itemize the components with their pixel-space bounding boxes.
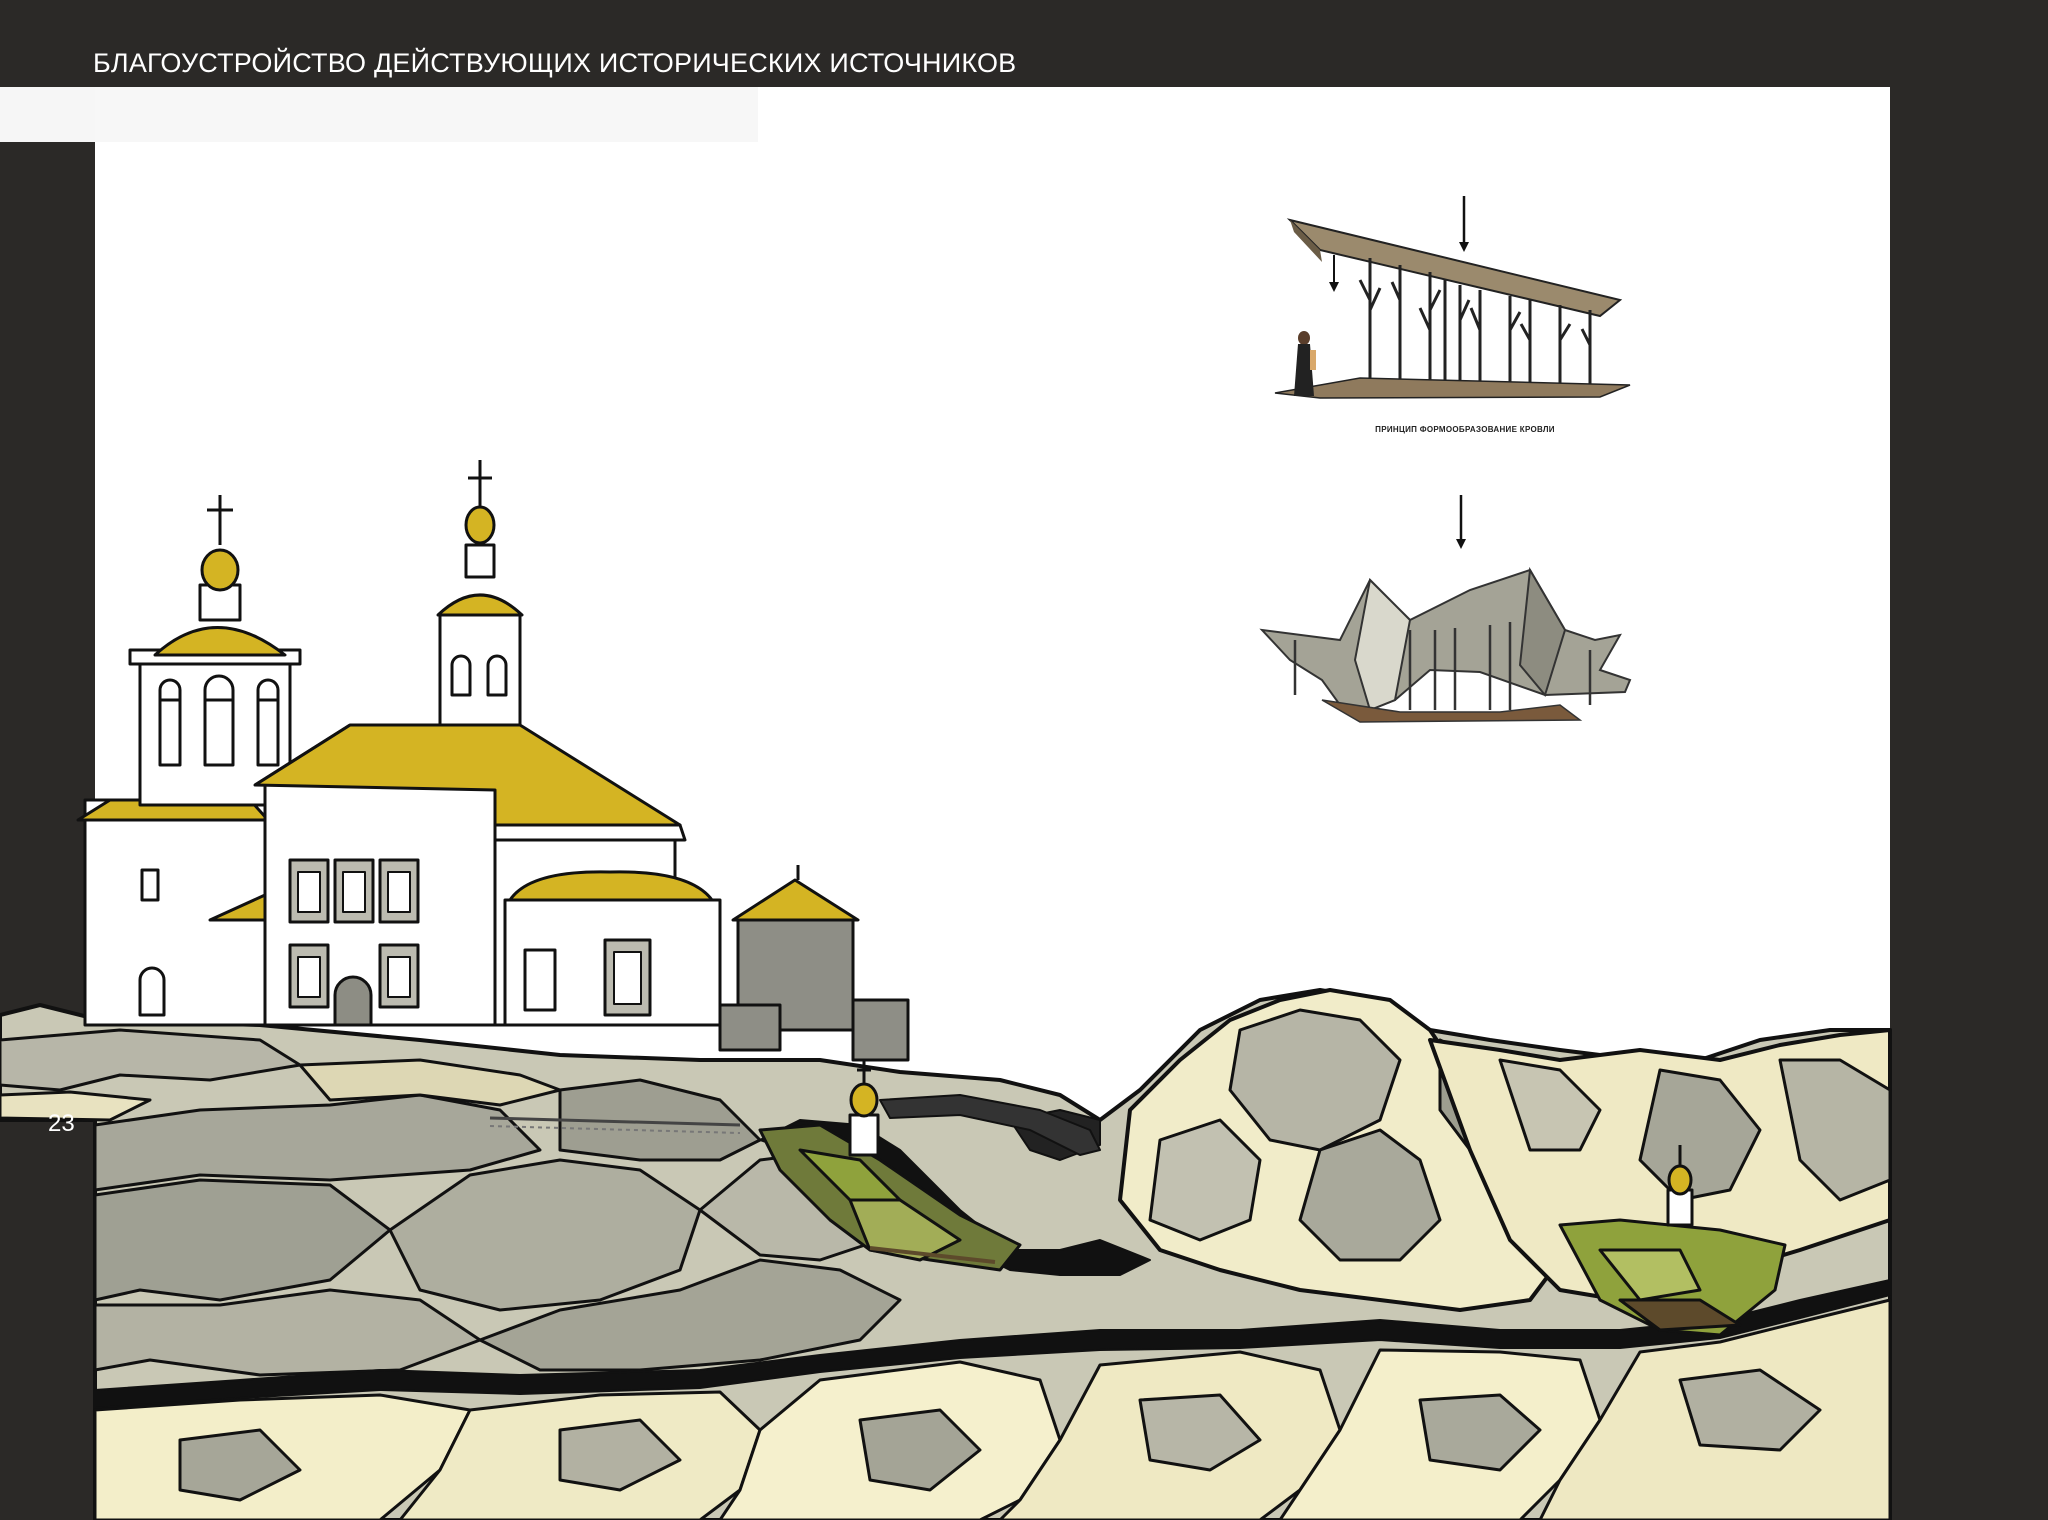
church-drawing [76,460,910,1062]
folded-roof-diagram [1259,495,1632,723]
roof-concept-diagram [1274,196,1631,399]
page: БЛАГОУСТРОЙСТВО ДЕЙСТВУЮЩИХ ИСТОРИЧЕСКИХ… [0,0,2048,1520]
person-figure [1294,331,1316,396]
illustration [0,196,1892,1520]
page-number: 23 [48,1110,75,1137]
diagram-caption: ПРИНЦИП ФОРМООБРАЗОВАНИЕ КРОВЛИ [1375,425,1555,434]
